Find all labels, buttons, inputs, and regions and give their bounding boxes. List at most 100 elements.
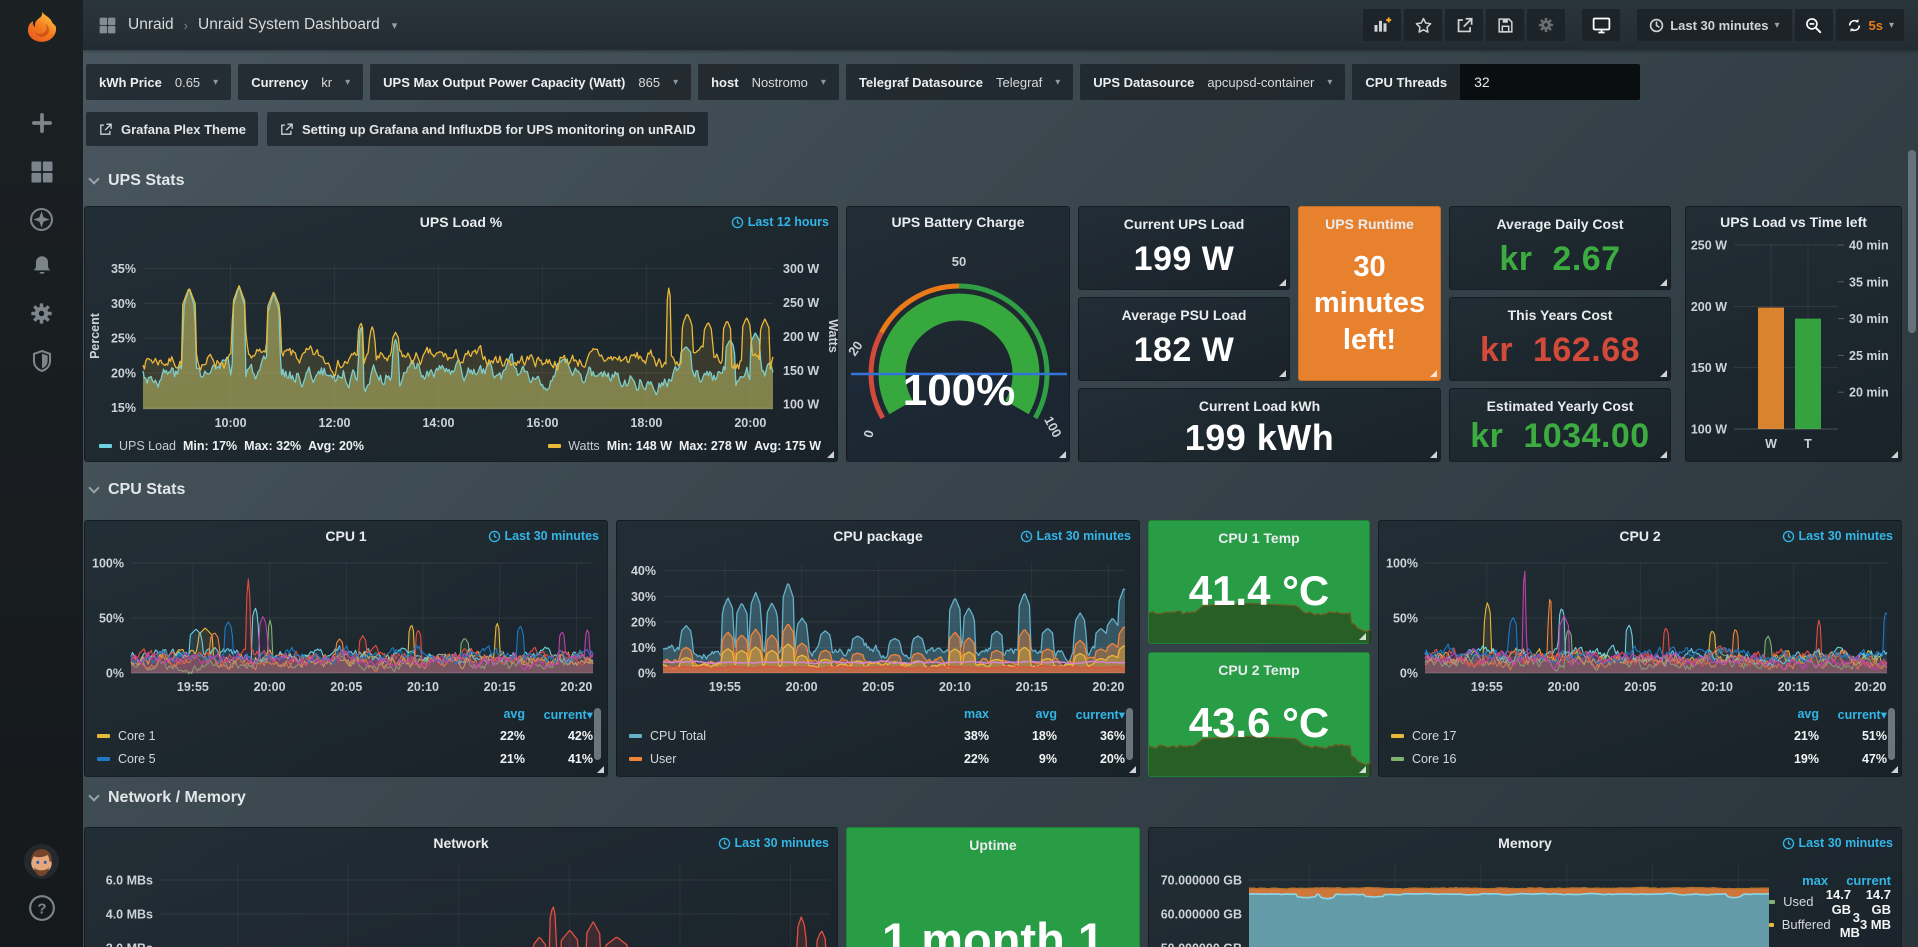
variable-ups-datasource[interactable]: UPS Datasourceapcupsd-container▾ bbox=[1080, 64, 1345, 100]
panel-resize-handle[interactable] bbox=[1279, 279, 1286, 286]
panel-time-range-badge[interactable]: Last 30 minutes bbox=[1782, 529, 1893, 543]
legend-col-sort[interactable]: avg bbox=[1751, 707, 1819, 721]
legend-item[interactable]: Core 1619%47% bbox=[1391, 747, 1887, 770]
svg-text:100%: 100% bbox=[92, 557, 124, 571]
panel-time-range-badge[interactable]: Last 30 minutes bbox=[1782, 836, 1893, 850]
legend-item[interactable]: Core 521%41% bbox=[97, 747, 593, 770]
legend-col-sort[interactable]: avg bbox=[457, 707, 525, 721]
panel-resize-handle[interactable] bbox=[1430, 451, 1437, 458]
stat-value: 199 kWh bbox=[1079, 417, 1440, 459]
legend-col-sort[interactable]: current bbox=[1828, 873, 1891, 888]
breadcrumb-app[interactable]: Unraid bbox=[128, 16, 174, 34]
panel-resize-handle[interactable] bbox=[1660, 451, 1667, 458]
refresh-picker[interactable]: 5s ▾ bbox=[1836, 9, 1905, 41]
legend-col-sort[interactable]: current▾ bbox=[525, 707, 593, 722]
save-button[interactable] bbox=[1486, 9, 1524, 41]
variable-ups-max-output[interactable]: UPS Max Output Power Capacity (Watt)865▾ bbox=[370, 64, 691, 100]
link-ups-monitoring-guide[interactable]: Setting up Grafana and InfluxDB for UPS … bbox=[267, 112, 708, 146]
star-button[interactable] bbox=[1404, 9, 1442, 41]
cpu-threads-input[interactable] bbox=[1460, 64, 1640, 100]
svg-text:20 min: 20 min bbox=[1849, 386, 1889, 400]
variable-telegraf-datasource[interactable]: Telegraf DatasourceTelegraf▾ bbox=[846, 64, 1073, 100]
alerting-bell-icon[interactable] bbox=[0, 253, 83, 279]
panel-title[interactable]: UPS Load % bbox=[115, 214, 807, 230]
chevron-down-icon[interactable]: ▾ bbox=[392, 19, 398, 32]
cpu1-legend: avgcurrent▾ Core 122%42% Core 521%41% bbox=[97, 704, 593, 770]
load-vs-time-bar-chart[interactable]: 250 W200 W150 W100 W40 min35 min30 min25… bbox=[1686, 207, 1903, 463]
dashboard-settings-button[interactable] bbox=[1527, 9, 1565, 41]
panel-title[interactable]: UPS Battery Charge bbox=[857, 214, 1059, 230]
panel-resize-handle[interactable] bbox=[827, 451, 834, 458]
section-ups-stats[interactable]: UPS Stats bbox=[90, 172, 184, 190]
section-cpu-stats[interactable]: CPU Stats bbox=[90, 481, 185, 499]
legend-item-ups-load[interactable]: UPS Load Min: 17% Max: 32% Avg: 20% bbox=[99, 439, 364, 453]
series-color-swatch bbox=[1391, 757, 1404, 761]
explore-compass-icon[interactable] bbox=[0, 206, 83, 233]
panel-uptime: Uptime 1 month 1 bbox=[846, 827, 1140, 947]
panel-this-years-cost: This Years Cost kr 162.68 bbox=[1449, 297, 1671, 381]
panel-resize-handle[interactable] bbox=[597, 766, 604, 773]
legend-item[interactable]: Core 1721%51% bbox=[1391, 724, 1887, 747]
panel-title[interactable]: Network bbox=[115, 835, 807, 851]
chevron-down-icon: ▾ bbox=[673, 77, 678, 88]
panel-title[interactable]: UPS Load vs Time left bbox=[1694, 214, 1893, 230]
legend-col-sort[interactable]: max bbox=[921, 707, 989, 721]
svg-text:70.000000 GB: 70.000000 GB bbox=[1161, 873, 1242, 887]
panel-cpu-package: CPU package Last 30 minutes 40%30%20%10%… bbox=[616, 520, 1140, 777]
scrollbar-thumb[interactable] bbox=[1908, 150, 1916, 333]
refresh-icon bbox=[1846, 17, 1863, 34]
panel-resize-handle[interactable] bbox=[1059, 451, 1066, 458]
legend-col-sort[interactable]: avg bbox=[989, 707, 1057, 721]
legend-item[interactable]: Buffered3 MB3 MB bbox=[1769, 913, 1891, 936]
svg-text:14:00: 14:00 bbox=[422, 416, 454, 430]
zoom-out-button[interactable] bbox=[1795, 9, 1833, 41]
legend-scrollbar[interactable] bbox=[1888, 708, 1895, 760]
breadcrumb-dashboard-title[interactable]: Unraid System Dashboard bbox=[198, 16, 380, 34]
panel-resize-handle[interactable] bbox=[1359, 633, 1366, 640]
panel-resize-handle[interactable] bbox=[1129, 766, 1136, 773]
panel-resize-handle[interactable] bbox=[1891, 451, 1898, 458]
panel-resize-handle[interactable] bbox=[1430, 370, 1437, 377]
add-panel-button[interactable] bbox=[1363, 9, 1401, 41]
time-range-picker[interactable]: Last 30 minutes ▾ bbox=[1637, 9, 1791, 41]
panel-resize-handle[interactable] bbox=[1279, 370, 1286, 377]
legend-item[interactable]: Core 122%42% bbox=[97, 724, 593, 747]
panel-resize-handle[interactable] bbox=[1891, 766, 1898, 773]
panel-time-range-badge[interactable]: Last 30 minutes bbox=[718, 836, 829, 850]
configuration-gear-icon[interactable] bbox=[0, 300, 83, 327]
page-scrollbar[interactable] bbox=[1908, 0, 1917, 947]
grafana-logo-icon[interactable] bbox=[0, 8, 83, 50]
section-network-memory[interactable]: Network / Memory bbox=[90, 789, 246, 807]
panel-resize-handle[interactable] bbox=[1660, 370, 1667, 377]
cycle-view-mode-button[interactable] bbox=[1582, 9, 1620, 41]
dashboards-icon[interactable] bbox=[0, 158, 83, 186]
variable-currency[interactable]: Currencykr▾ bbox=[238, 64, 363, 100]
ups-load-chart[interactable]: 35%30%25%20%15%300 W250 W200 W150 W100 W… bbox=[85, 207, 839, 463]
legend-col-sort[interactable]: max bbox=[1769, 873, 1828, 888]
link-grafana-plex-theme[interactable]: Grafana Plex Theme bbox=[86, 112, 258, 146]
external-link-icon bbox=[98, 122, 113, 137]
create-icon[interactable] bbox=[0, 110, 83, 136]
user-avatar[interactable] bbox=[0, 843, 83, 880]
share-button[interactable] bbox=[1445, 9, 1483, 41]
panel-resize-handle[interactable] bbox=[1359, 766, 1366, 773]
stat-value: kr 2.67 bbox=[1450, 240, 1670, 279]
legend-item-watts[interactable]: Watts Min: 148 W Max: 278 W Avg: 175 W bbox=[548, 439, 821, 453]
panel-time-range-badge[interactable]: Last 12 hours bbox=[731, 215, 829, 229]
svg-text:60.000000 GB: 60.000000 GB bbox=[1161, 907, 1242, 921]
legend-col-sort[interactable]: current▾ bbox=[1057, 707, 1125, 722]
stat-value: 30 minutes left! bbox=[1305, 249, 1434, 358]
variable-host[interactable]: hostNostromo▾ bbox=[698, 64, 839, 100]
panel-time-range-badge[interactable]: Last 30 minutes bbox=[488, 529, 599, 543]
panel-title[interactable]: Memory bbox=[1179, 835, 1871, 851]
legend-item[interactable]: User22%9%20% bbox=[629, 747, 1125, 770]
legend-scrollbar[interactable] bbox=[1126, 708, 1133, 760]
panel-time-range-badge[interactable]: Last 30 minutes bbox=[1020, 529, 1131, 543]
legend-scrollbar[interactable] bbox=[594, 708, 601, 760]
variable-kwh-price[interactable]: kWh Price0.65▾ bbox=[86, 64, 231, 100]
server-admin-shield-icon[interactable] bbox=[0, 348, 83, 374]
legend-item[interactable]: CPU Total38%18%36% bbox=[629, 724, 1125, 747]
legend-col-sort[interactable]: current▾ bbox=[1819, 707, 1887, 722]
panel-resize-handle[interactable] bbox=[1660, 279, 1667, 286]
help-icon[interactable]: ? bbox=[0, 893, 83, 923]
